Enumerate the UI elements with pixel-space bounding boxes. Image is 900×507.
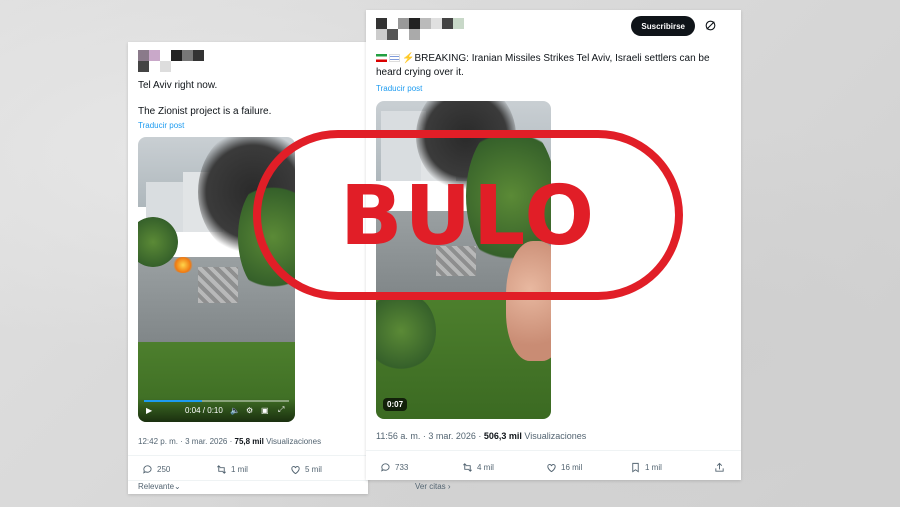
video-controls: ▶ 0:04 / 0:10 🔈 ⚙ ▣ ⤢: [138, 398, 295, 422]
views-count: 75,8 mil: [234, 437, 264, 446]
grok-icon[interactable]: [704, 19, 717, 32]
reply-count: 733: [395, 463, 409, 472]
avatar-censored-row2: [138, 61, 171, 72]
play-icon[interactable]: ▶: [146, 406, 152, 415]
video-duration-badge: 0:07: [383, 398, 408, 411]
avatar-censored: [376, 18, 464, 29]
post-text-line2: The Zionist project is a failure.: [138, 106, 272, 117]
post-text-body: ⚡BREAKING: Iranian Missiles Strikes Tel …: [376, 53, 710, 78]
repost-button[interactable]: 4 mil: [462, 462, 494, 473]
hoax-stamp-label: BULO: [339, 169, 597, 264]
repost-count: 4 mil: [477, 463, 494, 472]
israel-flag-icon: [389, 54, 400, 63]
divider: [128, 480, 368, 481]
repost-button[interactable]: 1 mil: [216, 464, 248, 475]
reply-button[interactable]: 733: [380, 462, 408, 473]
video-progress-bar[interactable]: [144, 400, 289, 402]
subscribe-button[interactable]: Suscribirse: [631, 16, 695, 36]
avatar-censored: [138, 50, 204, 61]
censored-region: [198, 267, 238, 303]
hoax-stamp: BULO: [253, 130, 683, 300]
share-button[interactable]: [714, 462, 725, 473]
settings-icon[interactable]: ⚙: [246, 406, 253, 415]
sort-relevant-dropdown[interactable]: Relevante⌄: [138, 482, 181, 491]
chevron-right-icon: ›: [445, 482, 451, 491]
view-quotes-label: Ver citas: [415, 482, 446, 491]
like-button[interactable]: 16 mil: [546, 462, 582, 473]
post-timestamp: 12:42 p. m. · 3 mar. 2026 ·: [138, 437, 235, 446]
post-text: ⚡BREAKING: Iranian Missiles Strikes Tel …: [376, 52, 731, 80]
post-text-line1: Tel Aviv right now.: [138, 80, 218, 91]
heart-icon: [547, 464, 556, 473]
share-icon: [715, 462, 724, 472]
chevron-down-icon: ⌄: [174, 482, 181, 491]
sort-label: Relevante: [138, 482, 175, 491]
post-timestamp: 11:56 a. m. · 3 mar. 2026 ·: [376, 431, 484, 441]
bookmark-icon: [632, 462, 639, 473]
video-scene-fire: [172, 257, 194, 273]
repost-count: 1 mil: [231, 465, 248, 474]
reply-icon: [381, 463, 390, 472]
video-time: 0:04 / 0:10: [185, 406, 223, 415]
post-meta: 11:56 a. m. · 3 mar. 2026 · 506,3 mil Vi…: [376, 431, 586, 441]
reply-icon: [143, 465, 152, 474]
divider: [366, 450, 741, 451]
views-label: Visualizaciones: [263, 437, 322, 446]
volume-icon[interactable]: 🔈: [230, 406, 240, 415]
fullscreen-icon[interactable]: ⤢: [278, 405, 284, 415]
views-count: 506,3 mil: [483, 431, 522, 441]
bookmark-button[interactable]: 1 mil: [630, 462, 662, 473]
translate-post-link[interactable]: Traducir post: [376, 84, 422, 93]
iran-flag-icon: [376, 54, 387, 63]
avatar-censored-row2: [376, 29, 420, 40]
like-button[interactable]: 5 mil: [290, 464, 322, 475]
heart-icon: [291, 466, 300, 475]
bookmark-count: 1 mil: [645, 463, 662, 472]
reply-count: 250: [157, 465, 171, 474]
post-meta: 12:42 p. m. · 3 mar. 2026 · 75,8 mil Vis…: [138, 437, 321, 446]
divider: [128, 455, 368, 456]
view-quotes-link[interactable]: Ver citas ›: [415, 482, 451, 491]
translate-post-link[interactable]: Traducir post: [138, 121, 184, 130]
reply-button[interactable]: 250: [142, 464, 170, 475]
repost-icon: [463, 463, 472, 472]
like-count: 5 mil: [305, 465, 322, 474]
views-label: Visualizaciones: [521, 431, 587, 441]
repost-icon: [217, 465, 226, 474]
pip-icon[interactable]: ▣: [261, 406, 269, 415]
like-count: 16 mil: [561, 463, 583, 472]
